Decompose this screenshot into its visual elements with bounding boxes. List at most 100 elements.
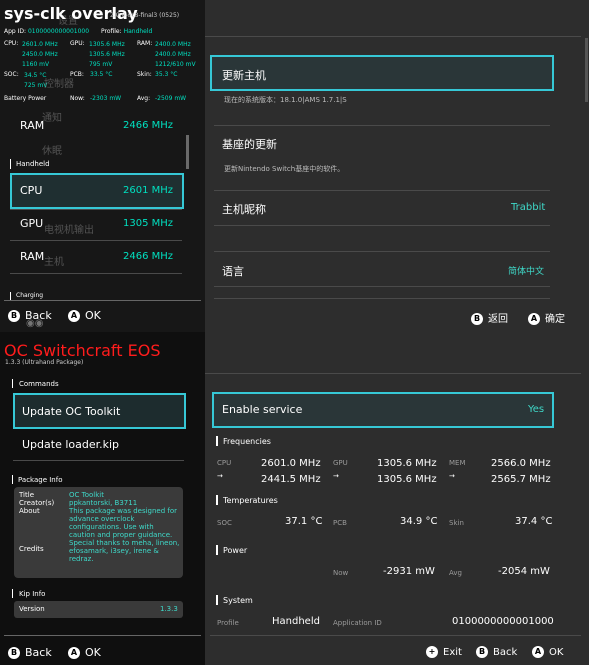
power-avg-value: -2054 mW	[498, 566, 550, 577]
nickname-value: Trabbit	[511, 202, 546, 213]
ram-label: RAM:	[137, 40, 153, 47]
update-console-sub: 现在的系统版本：18.1.0|AMS 1.7.1|S	[224, 96, 347, 104]
plus-button-icon: +	[426, 646, 438, 658]
exit-button[interactable]: + Exit	[426, 646, 462, 658]
battery-avg-label: Avg:	[137, 95, 151, 102]
system-settings-panel: 更新主机 现在的系统版本：18.1.0|AMS 1.7.1|S 基座的更新 更新…	[205, 0, 589, 332]
update-console-title: 更新主机	[222, 69, 266, 82]
update-loader-kip-item[interactable]: Update loader.kip	[22, 438, 119, 451]
system-appid-label: Application ID	[333, 619, 382, 627]
sysclk-ok-button[interactable]: A OK	[532, 646, 563, 658]
ultrahand-panel: OC Switchcraft EOS 1.3.3 (Ultrahand Pack…	[0, 332, 205, 665]
scrollbar[interactable]	[186, 135, 189, 169]
package-title: OC Switchcraft EOS	[4, 341, 161, 360]
pcb-label: PCB:	[70, 71, 84, 78]
language-title[interactable]: 语言	[222, 263, 244, 279]
system-header: System	[223, 596, 253, 605]
settings-back-button[interactable]: B 返回	[471, 310, 508, 325]
ram-row-label[interactable]: RAM	[20, 119, 44, 132]
b-button-icon: B	[471, 313, 483, 325]
cpu-row-value: 2601 MHz	[123, 185, 174, 196]
update-oc-toolkit-label: Update OC Toolkit	[22, 405, 121, 418]
profile-value: Handheld	[123, 28, 153, 35]
kip-version-value: 1.3.3	[160, 605, 178, 613]
gpu-row-value: 1305 MHz	[123, 218, 174, 229]
info-values: OC Toolkit ppkantorski, B3711 This packa…	[69, 491, 180, 563]
temp-skin-value: 37.4 °C	[515, 516, 553, 527]
freq-cpu-values: 2601.0 MHz 2441.5 MHz	[261, 458, 321, 485]
a-button-icon: A	[528, 313, 540, 325]
power-now-label: Now	[333, 569, 349, 577]
b-button-icon: B	[8, 310, 20, 322]
battery-now-label: Now:	[70, 95, 85, 102]
system-profile-label: Profile	[217, 619, 239, 627]
uh-back-button[interactable]: B Back	[8, 646, 52, 659]
dock-update-sub: 更新Nintendo Switch基座中的软件。	[224, 165, 345, 173]
freq-gpu-values: 1305.6 MHz 1305.6 MHz	[377, 458, 437, 485]
gpu-values: 1305.6 MHz 1305.6 MHz 795 mV	[89, 41, 125, 68]
language-value: 简体中文	[508, 267, 545, 277]
handheld-header: Handheld	[16, 160, 50, 168]
power-header: Power	[223, 546, 248, 555]
uh-ok-button[interactable]: A OK	[68, 646, 101, 659]
soc-label: SOC:	[4, 71, 19, 78]
ghost-item-console: 主机	[44, 257, 64, 268]
power-now-value: -2931 mW	[383, 566, 435, 577]
freq-gpu-label: GPU	[333, 459, 348, 467]
kip-info-header: Kip Info	[19, 590, 46, 598]
system-appid-value: 0100000000001000	[452, 616, 554, 627]
package-info-header: Package Info	[18, 476, 63, 484]
ram-values: 2400.0 MHz 2400.0 MHz 1212/610 mV	[155, 41, 196, 68]
sysclk-manager-panel: Enable service Yes Frequencies CPU → 260…	[205, 332, 589, 665]
battery-now-value: -2303 mW	[90, 95, 122, 102]
battery-avg-value: -2509 mW	[155, 95, 187, 102]
temp-pcb-label: PCB	[333, 519, 347, 527]
freq-mem-label: MEM	[449, 459, 466, 467]
info-keys: Title Creator(s) About	[19, 491, 55, 515]
ghost-item-notify: 通知	[42, 113, 62, 124]
temp-pcb-value: 34.9 °C	[400, 516, 438, 527]
a-button-icon: A	[68, 310, 80, 322]
settings-ok-button[interactable]: A 确定	[528, 310, 565, 325]
ok-button[interactable]: A OK	[68, 309, 101, 322]
temperatures-header: Temperatures	[223, 496, 278, 505]
credits-key: Credits	[19, 545, 44, 553]
app-id-value: 0100000000001000	[27, 28, 90, 35]
freq-arrow-3: →	[449, 472, 455, 480]
ram-row-value: 2466 MHz	[123, 120, 174, 131]
ram-handheld-row-label[interactable]: RAM	[20, 250, 44, 263]
app-id-line: App ID: 0100000000001000 Profile: Handhe…	[4, 28, 153, 35]
skin-value: 35.3 °C	[155, 71, 178, 78]
a-button-icon: A	[68, 647, 80, 659]
enable-service-label: Enable service	[222, 403, 303, 416]
nickname-title[interactable]: 主机昵称	[222, 201, 266, 217]
commands-header: Commands	[19, 380, 59, 388]
pcb-value: 33.5 °C	[90, 71, 113, 78]
power-avg-label: Avg	[449, 569, 462, 577]
charging-header: Charging	[16, 292, 44, 299]
dock-update-title[interactable]: 基座的更新	[222, 136, 277, 152]
ghost-item-tv: 电视机输出	[44, 225, 94, 236]
temp-skin-label: Skin	[449, 519, 464, 527]
temp-soc-label: SOC	[217, 519, 232, 527]
sysclk-back-button[interactable]: B Back	[476, 646, 517, 658]
a-button-icon: A	[532, 646, 544, 658]
package-version: 1.3.3 (Ultrahand Package)	[5, 359, 84, 366]
freq-mem-values: 2566.0 MHz 2565.7 MHz	[491, 458, 551, 485]
settings-scrollbar[interactable]	[585, 38, 588, 102]
battery-power-label: Battery Power	[4, 95, 47, 102]
b-button-icon: B	[476, 646, 488, 658]
gpu-row-label[interactable]: GPU	[20, 217, 43, 230]
freq-arrow-2: →	[333, 472, 339, 480]
b-button-icon: B	[8, 647, 20, 659]
frequencies-header: Frequencies	[223, 437, 271, 446]
enable-service-value: Yes	[528, 404, 545, 415]
sysclk-overlay-panel: 设置 sys-clk overlay 2.0.0-oc8-final3 (052…	[0, 0, 205, 332]
freq-arrow-1: →	[217, 472, 223, 480]
cpu-row-label: CPU	[20, 184, 43, 197]
ghost-item-sleep: 休眠	[42, 146, 62, 157]
cpu-values: 2601.0 MHz 2450.0 MHz 1160 mV	[22, 41, 58, 68]
cpu-label: CPU:	[4, 40, 19, 47]
kip-version-label: Version	[19, 605, 45, 613]
skin-label: Skin:	[137, 71, 152, 78]
